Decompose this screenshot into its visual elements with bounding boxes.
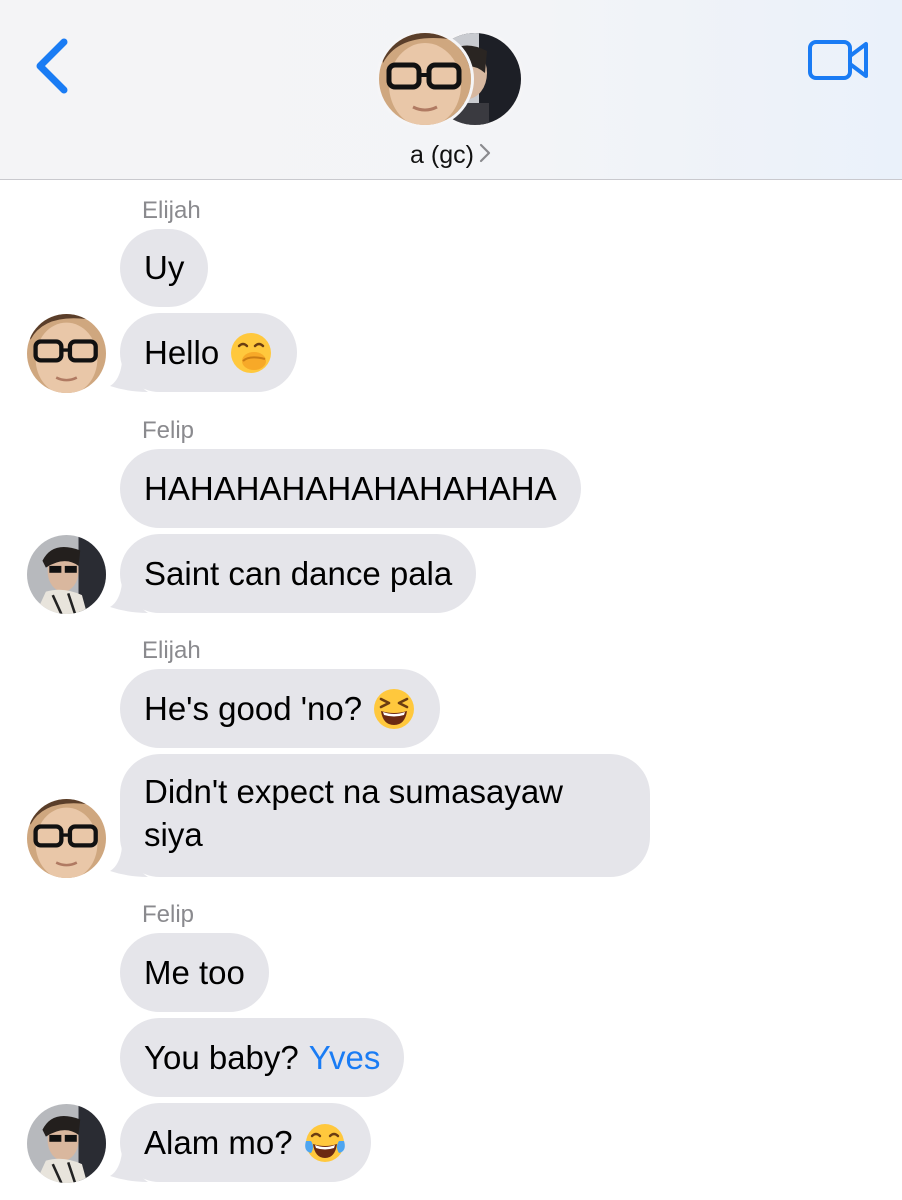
conversation-title-label: a (gc) <box>410 141 474 169</box>
message-text: Me too <box>144 953 245 991</box>
message-bubble[interactable]: Me too <box>120 933 269 1012</box>
bubble-tail <box>110 583 148 613</box>
message-text: You baby? <box>144 1038 299 1076</box>
chevron-right-icon <box>479 143 491 163</box>
video-call-button[interactable] <box>806 36 872 84</box>
avatar-elijah[interactable] <box>27 314 106 393</box>
conversation-title[interactable]: a (gc) <box>0 141 902 170</box>
message-text: Uy <box>144 249 185 286</box>
message-bubble[interactable]: Alam mo? <box>120 1103 371 1182</box>
sender-name: Elijah <box>142 197 201 224</box>
message-bubble[interactable]: You baby? Yves <box>120 1018 405 1097</box>
grinning-squinting-face-icon <box>374 688 415 729</box>
mention-link[interactable]: Yves <box>309 1038 381 1078</box>
conversation-header: a (gc) <box>0 0 902 180</box>
bubble-tail <box>110 1152 148 1182</box>
sender-name: Elijah <box>142 637 201 664</box>
message-text: Saint can dance pala <box>144 554 453 592</box>
message-text: HAHAHAHAHAHAHAHAHA <box>144 469 557 507</box>
chevron-left-icon <box>36 38 68 94</box>
back-button[interactable] <box>26 30 86 100</box>
bubble-tail <box>110 847 148 877</box>
face-with-tears-of-joy-icon <box>304 1123 345 1162</box>
bubble-tail <box>110 362 148 392</box>
face-with-hand-over-mouth-icon <box>231 332 272 373</box>
group-avatar[interactable] <box>376 30 526 128</box>
avatar-felip[interactable] <box>27 1104 106 1183</box>
video-camera-icon <box>808 40 868 80</box>
sender-name: Felip <box>142 417 195 444</box>
message-bubble[interactable]: He's good 'no? <box>120 669 441 748</box>
message-text: Alam mo? <box>144 1123 293 1161</box>
message-text: He's good 'no? <box>144 689 363 727</box>
message-bubble[interactable]: HAHAHAHAHAHAHAHAHA <box>120 449 581 528</box>
message-text: Didn't expect na sumasayaw siya <box>144 773 564 853</box>
message-bubble[interactable]: Uy <box>120 229 209 307</box>
message-text: Hello <box>144 333 220 371</box>
message-bubble[interactable]: Saint can dance pala <box>120 534 477 613</box>
avatar-elijah[interactable] <box>27 799 106 878</box>
sender-name: Felip <box>142 901 195 928</box>
message-bubble[interactable]: Didn't expect na sumasayaw siya <box>120 754 650 877</box>
avatar-elijah-small <box>376 30 474 128</box>
avatar-felip[interactable] <box>27 535 106 614</box>
